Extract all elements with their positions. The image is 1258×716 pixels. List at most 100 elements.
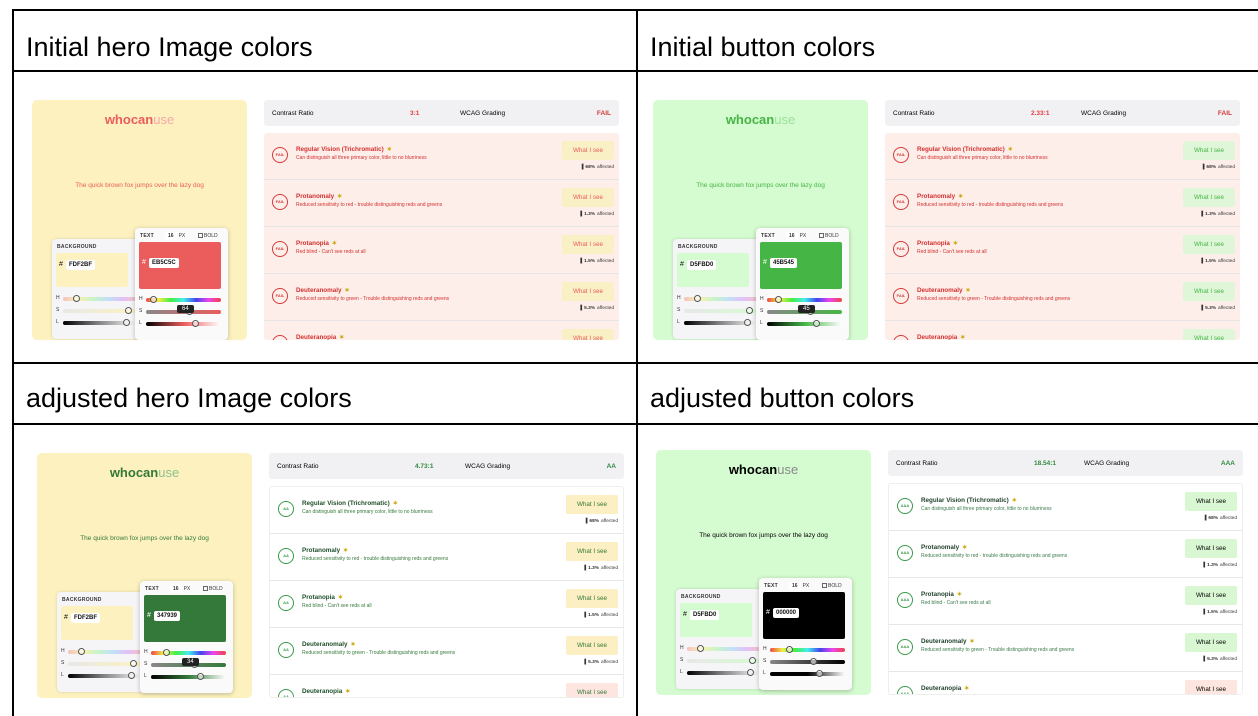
vision-type-title: Protanomaly ✶ [921, 544, 967, 551]
background-hex-input[interactable]: FDF2BF [71, 613, 100, 623]
font-size-control[interactable]: 16 PX [787, 582, 809, 590]
slider-l[interactable] [146, 320, 221, 327]
slider-h[interactable] [684, 295, 759, 302]
what-i-see-button[interactable]: What I see [1183, 188, 1235, 207]
slider-h[interactable] [63, 295, 138, 302]
slider-knob[interactable] [786, 646, 793, 653]
what-i-see-button[interactable]: What I see [566, 495, 618, 514]
text-hex-input[interactable]: 347939 [154, 611, 181, 621]
what-i-see-button[interactable]: What I see [562, 235, 614, 254]
slider-knob[interactable] [197, 673, 204, 680]
bold-checkbox-box[interactable] [822, 583, 827, 589]
text-hex-input[interactable]: 000000 [773, 608, 800, 618]
slider-knob[interactable] [747, 669, 754, 676]
slider-l[interactable] [151, 673, 226, 680]
font-size-value[interactable]: 16 [789, 582, 801, 590]
contrast-ratio-label: Contrast Ratio [272, 110, 314, 117]
what-i-see-button[interactable]: What I see [1185, 586, 1237, 605]
slider-knob[interactable] [697, 645, 704, 652]
slider-knob[interactable] [130, 660, 137, 667]
bold-checkbox[interactable]: BOLD [203, 586, 223, 592]
what-i-see-button[interactable]: What I see [566, 542, 618, 561]
what-i-see-button[interactable]: What I see [562, 141, 614, 160]
vision-row: AAA Regular Vision (Trichromatic) ✶ Can dis… [889, 484, 1242, 530]
font-size-value[interactable]: 16 [165, 232, 177, 240]
background-hex-input[interactable]: FDF2BF [66, 260, 95, 270]
background-hex-input[interactable]: D5FBD0 [687, 260, 717, 270]
slider-knob[interactable] [125, 307, 132, 314]
slider-knob[interactable] [810, 658, 817, 665]
bold-label: BOLD [828, 583, 842, 589]
background-hex-input[interactable]: D5FBD0 [690, 610, 720, 620]
slider-l[interactable] [767, 320, 842, 327]
slider-knob[interactable] [78, 648, 85, 655]
slider-knob[interactable] [775, 296, 782, 303]
slider-h[interactable] [151, 649, 226, 656]
what-i-see-button[interactable]: What I see [566, 683, 618, 697]
cell-title-adjusted-button: adjusted button colors [650, 383, 915, 413]
slider-knob[interactable] [73, 295, 80, 302]
what-i-see-button[interactable]: What I see [566, 636, 618, 655]
slider-s[interactable] [770, 658, 845, 665]
row-divider [889, 577, 1242, 578]
text-hex-input[interactable]: EB5C5C [149, 258, 179, 268]
slider-knob[interactable] [816, 670, 823, 677]
slider-s[interactable] [687, 657, 762, 664]
what-i-see-button[interactable]: What I see [562, 329, 614, 340]
slider-knob[interactable] [813, 320, 820, 327]
bold-checkbox[interactable]: BOLD [822, 583, 842, 589]
slider-s[interactable] [684, 307, 759, 314]
slider-knob[interactable] [192, 320, 199, 327]
bar-chart-icon: ▐ [1199, 212, 1204, 217]
bold-checkbox-box[interactable] [819, 233, 824, 239]
table-divider-2 [12, 362, 1258, 364]
vision-row: FAIL Deuteranopia✶ What I see [885, 320, 1240, 340]
what-i-see-button[interactable]: What I see [1185, 633, 1237, 652]
font-size-control[interactable]: 16 PX [163, 232, 185, 240]
slider-knob[interactable] [150, 296, 157, 303]
what-i-see-button[interactable]: What I see [1185, 539, 1237, 558]
what-i-see-button[interactable]: What I see [1185, 680, 1237, 694]
hash-symbol: # [683, 611, 687, 618]
bold-checkbox[interactable]: BOLD [198, 233, 218, 239]
slider-h[interactable] [767, 296, 842, 303]
slider-s[interactable] [68, 660, 143, 667]
slider-s[interactable] [63, 307, 138, 314]
what-i-see-button[interactable]: What I see [562, 282, 614, 301]
slider-knob[interactable] [128, 672, 135, 679]
slider-knob[interactable] [163, 649, 170, 656]
what-i-see-button[interactable]: What I see [562, 188, 614, 207]
font-size-control[interactable]: 16 PX [784, 232, 806, 240]
what-i-see-button[interactable]: What I see [1183, 235, 1235, 254]
slider-knob[interactable] [744, 319, 751, 326]
slider-knob[interactable] [746, 307, 753, 314]
font-size-value[interactable]: 16 [170, 585, 182, 593]
contrast-ratio-bar: Contrast Ratio 3:1 WCAG Grading FAIL [264, 100, 619, 126]
what-i-see-button[interactable]: What I see [1183, 282, 1235, 301]
bold-checkbox-box[interactable] [203, 586, 208, 592]
slider-l[interactable] [770, 670, 845, 677]
slider-knob[interactable] [749, 657, 756, 664]
slider-l[interactable] [63, 319, 138, 326]
what-i-see-button[interactable]: What I see [1183, 141, 1235, 160]
affected-label: affected [597, 165, 614, 170]
slider-knob[interactable] [123, 319, 130, 326]
slider-h[interactable] [68, 648, 143, 655]
what-i-see-button[interactable]: What I see [1183, 329, 1235, 340]
slider-h[interactable] [146, 296, 221, 303]
what-i-see-button[interactable]: What I see [1185, 492, 1237, 511]
bold-checkbox[interactable]: BOLD [819, 233, 839, 239]
slider-h[interactable] [687, 645, 762, 652]
what-i-see-button[interactable]: What I see [566, 589, 618, 608]
text-hex-input[interactable]: 45B545 [770, 258, 798, 268]
slider-l[interactable] [684, 319, 759, 326]
slider-h[interactable] [770, 646, 845, 653]
grade-badge-icon: FAIL [272, 335, 288, 340]
font-size-value[interactable]: 16 [786, 232, 798, 240]
slider-l[interactable] [68, 672, 143, 679]
bold-checkbox-box[interactable] [198, 233, 203, 239]
slider-l[interactable] [687, 669, 762, 676]
grade-badge-icon: FAIL [272, 147, 288, 163]
font-size-control[interactable]: 16 PX [168, 585, 190, 593]
slider-knob[interactable] [694, 295, 701, 302]
